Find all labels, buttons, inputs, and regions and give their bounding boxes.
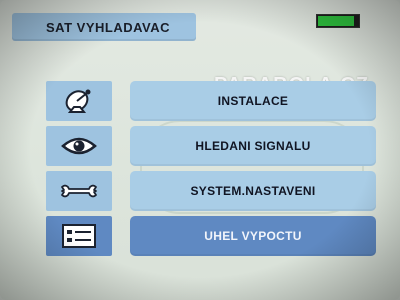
title-bar: SAT VYHLADAVAC <box>12 13 196 41</box>
eye-icon[interactable] <box>46 126 112 166</box>
menu-item-hledani-signalu[interactable]: HLEDANI SIGNALU <box>130 126 376 166</box>
device-screen: SAT VYHLADAVAC PARABOLA.CZ INSTALACE HLE… <box>0 0 400 300</box>
wrench-icon[interactable] <box>46 171 112 211</box>
menu-item-uhel-vypoctu[interactable]: UHEL VYPOCTU <box>130 216 376 256</box>
calculation-form-icon[interactable] <box>46 216 112 256</box>
page-title: SAT VYHLADAVAC <box>46 20 170 35</box>
signal-strength-bar <box>316 14 360 28</box>
menu-item-instalace[interactable]: INSTALACE <box>130 81 376 121</box>
signal-strength-fill <box>318 16 354 26</box>
menu-item-system-nastaveni[interactable]: SYSTEM.NASTAVENI <box>130 171 376 211</box>
satellite-dish-icon[interactable] <box>46 81 112 121</box>
